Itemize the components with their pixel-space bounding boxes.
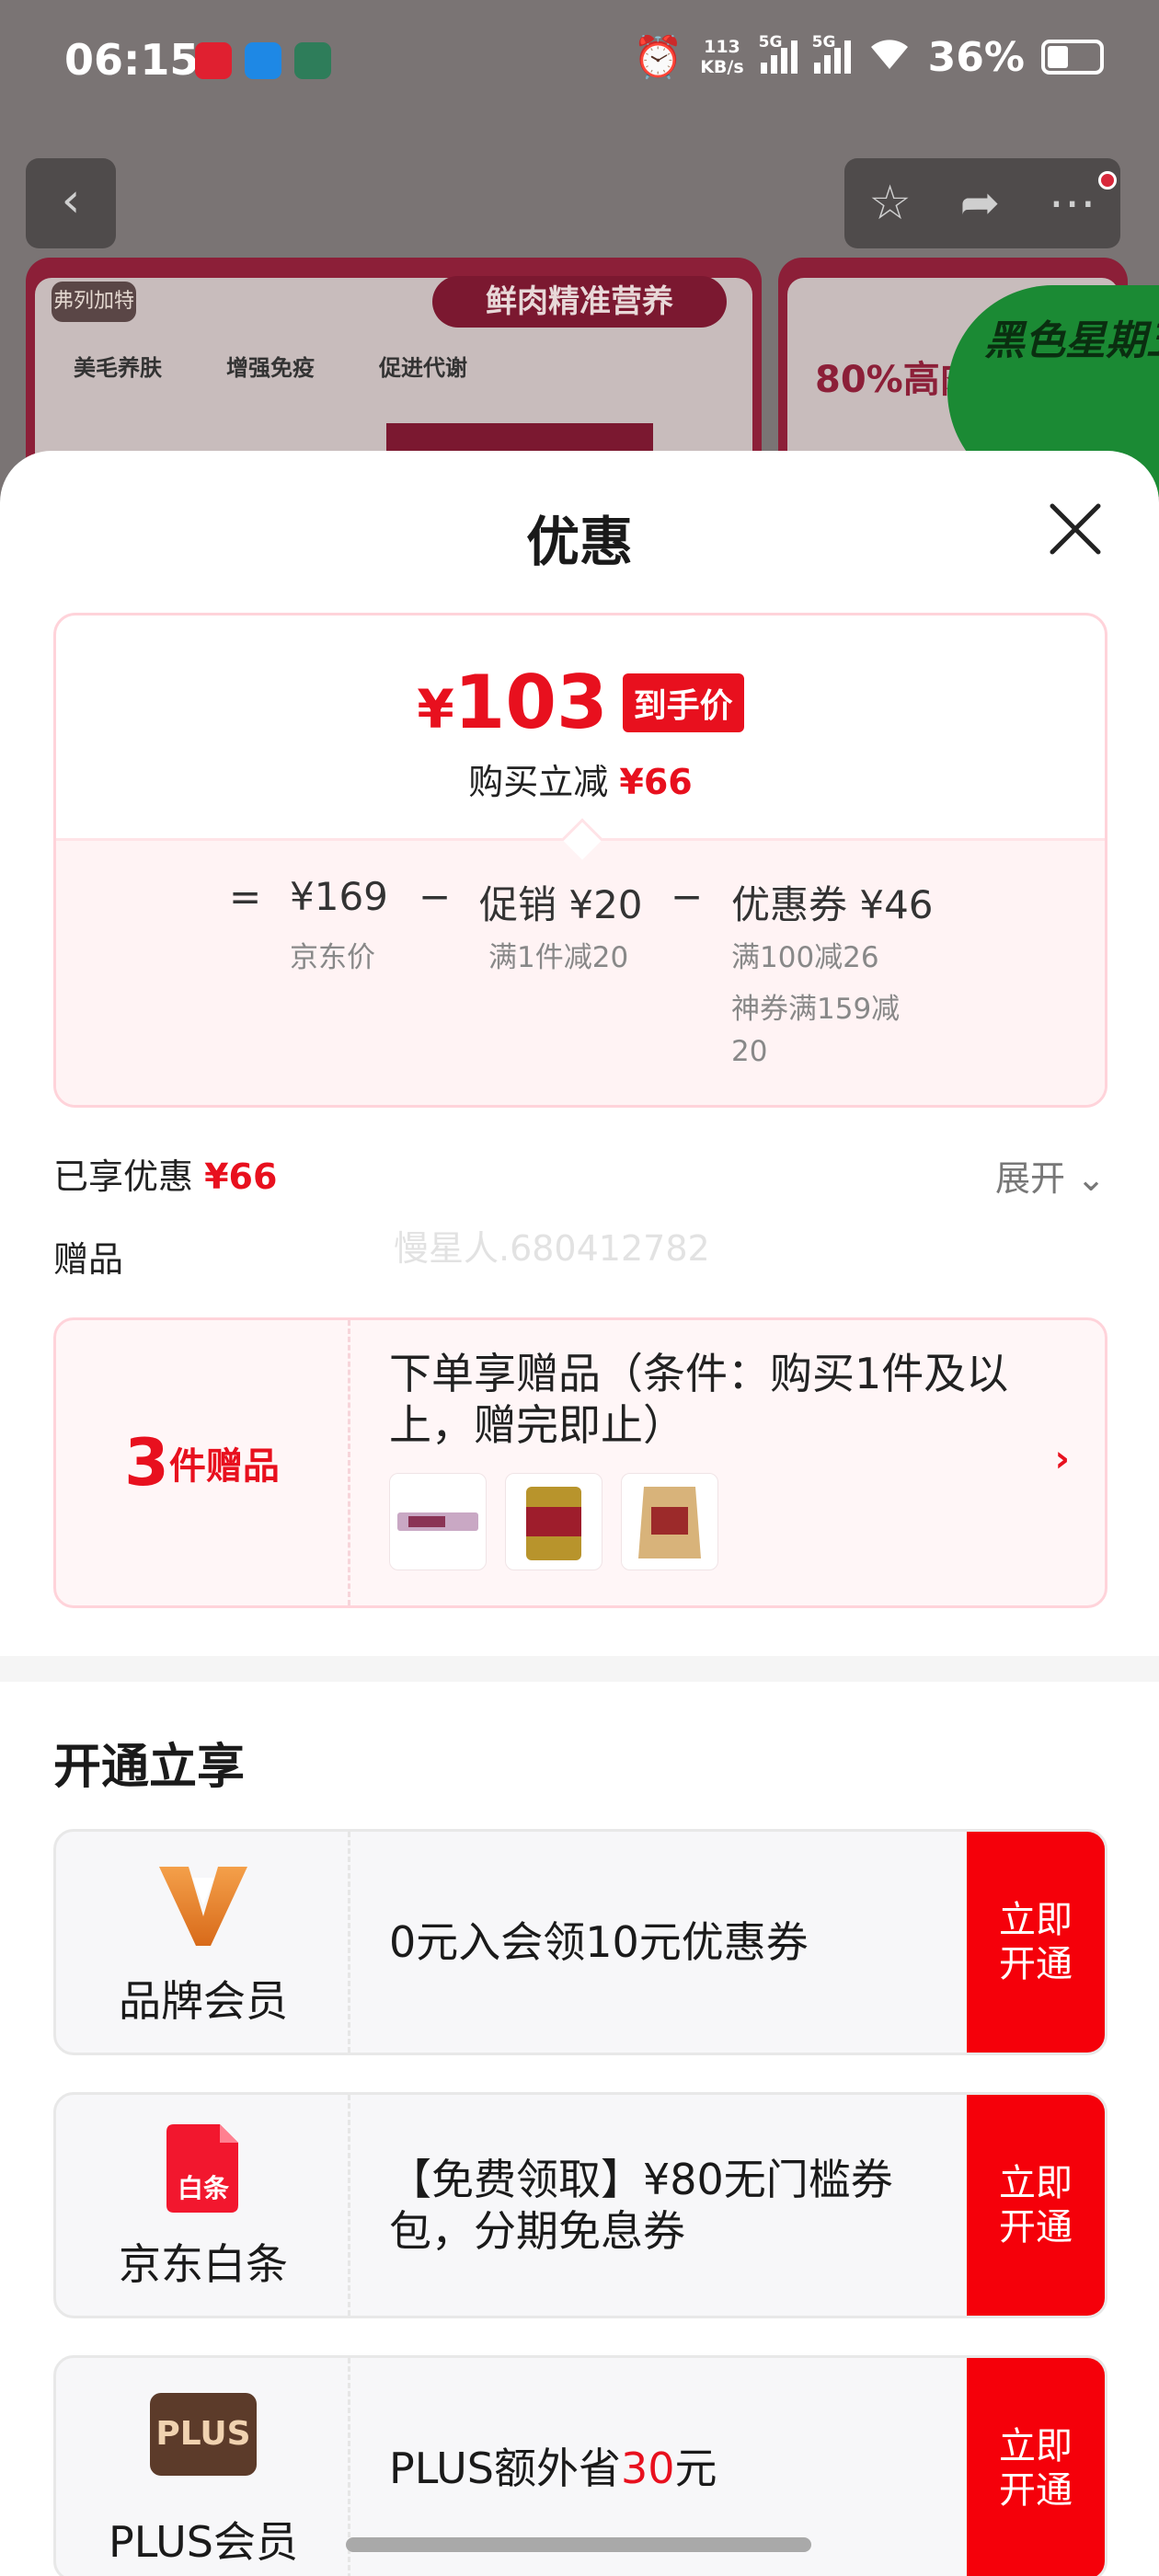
jd-price: ¥169 (290, 874, 388, 919)
expand-button[interactable]: 展开 ⌄ (995, 1150, 1106, 1201)
status-app-icons (195, 42, 331, 79)
battery-icon (1041, 40, 1104, 75)
open-section-title: 开通立享 (53, 1740, 246, 1795)
price-breakdown-card: ¥103 到手价 购买立减 ¥66 = ¥169 京东价 − 促销 ¥20 满1… (53, 613, 1107, 1108)
signal-icon: 5G (812, 33, 851, 74)
banner-title: 鲜肉精准营养 (432, 276, 727, 328)
member-name: PLUS会员 (109, 2517, 298, 2567)
star-icon[interactable]: ☆ (868, 176, 912, 231)
watermark: 慢星人.680412782 (394, 1228, 710, 1269)
share-icon[interactable]: ➦ (960, 176, 1001, 231)
member-name: 品牌会员 (119, 1976, 288, 2026)
plus-icon: PLUS (150, 2393, 257, 2476)
member-description: 0元入会领10元优惠券 (389, 1917, 809, 1967)
gift-thumbnail (389, 1473, 487, 1570)
saving-line: 购买立减 ¥66 (468, 762, 693, 802)
home-indicator[interactable] (346, 2537, 811, 2552)
more-icon[interactable]: ⋯ (1049, 176, 1096, 231)
nav-actions: ☆ ➦ ⋯ (844, 158, 1120, 248)
chevron-down-icon: ⌄ (1076, 1158, 1106, 1199)
chevron-right-icon: › (1054, 1438, 1070, 1480)
open-now-button[interactable]: 立即开通 (967, 2095, 1105, 2316)
gift-thumbnail (621, 1473, 718, 1570)
gift-card[interactable]: 3 件赠品 下单享赠品（条件：购买1件及以上，赠完即止） › (53, 1317, 1107, 1608)
gift-thumbnail (505, 1473, 602, 1570)
final-price-badge: 到手价 (622, 673, 744, 732)
close-icon[interactable] (1043, 497, 1107, 561)
price-formula: = ¥169 京东价 − 促销 ¥20 满1件减20 − 优惠券 ¥46 满10… (56, 818, 1105, 1105)
minus-sign: − (671, 874, 704, 919)
promo-note: 满1件减20 (488, 941, 629, 974)
status-time: 06:15 (64, 35, 200, 85)
discount-sheet: 优惠 ¥103 到手价 购买立减 ¥66 = ¥169 京东价 − 促销 ¥20… (0, 451, 1159, 2576)
chevron-left-icon: ‹ (61, 173, 81, 228)
gift-description: 下单享赠品（条件：购买1件及以上，赠完即止） (389, 1349, 1009, 1450)
notification-dot (1098, 171, 1117, 190)
final-price: ¥103 (417, 660, 608, 745)
membership-card-baitiao[interactable]: 白条 京东白条 【免费领取】¥80无门槛券包，分期免息券 立即开通 (53, 2092, 1107, 2318)
net-speed: 113 KB/s (700, 37, 744, 77)
coupon-note: 20 (731, 1035, 768, 1068)
member-name: 京东白条 (119, 2239, 288, 2289)
signal-icon: 5G (759, 33, 798, 74)
section-divider (0, 1656, 1159, 1682)
feature-item: 增强免疫 (226, 355, 315, 381)
promo-discount: 促销 ¥20 (479, 882, 643, 927)
open-now-button[interactable]: 立即开通 (967, 2358, 1105, 2576)
member-description: 【免费领取】¥80无门槛券包，分期免息券 (389, 2155, 893, 2256)
feature-row: 美毛养肤 增强免疫 促进代谢 (74, 350, 467, 382)
gift-count: 3 件赠品 (56, 1320, 350, 1605)
open-now-button[interactable]: 立即开通 (967, 1832, 1105, 2053)
feature-item: 美毛养肤 (74, 355, 162, 381)
status-bar: 06:15 ⏰ 113 KB/s 5G 5G 36% (0, 0, 1159, 129)
app-notification-icon (294, 42, 331, 79)
enjoyed-discount: 已享优惠 ¥66 (53, 1156, 278, 1197)
wifi-icon (867, 34, 912, 81)
brand-tag: 弗列加特 (52, 282, 136, 322)
app-notification-icon (245, 42, 281, 79)
alarm-icon: ⏰ (633, 34, 684, 81)
status-indicators: ⏰ 113 KB/s 5G 5G 36% (633, 33, 1104, 81)
minus-sign: − (419, 874, 452, 919)
jd-price-label: 京东价 (290, 941, 375, 974)
gift-section-title: 赠品 (53, 1239, 124, 1280)
coupon-note: 神券满159减 (731, 993, 901, 1026)
sheet-title: 优惠 (525, 511, 633, 573)
back-button[interactable]: ‹ (26, 158, 116, 248)
coupon-discount: 优惠券 ¥46 (731, 882, 934, 927)
coupon-note: 满100减26 (731, 941, 879, 974)
battery-percent: 36% (927, 33, 1025, 81)
equals-sign: = (229, 874, 262, 919)
feature-item: 促进代谢 (379, 355, 467, 381)
baitiao-icon: 白条 (155, 2121, 251, 2216)
app-notification-icon (195, 42, 232, 79)
membership-card-brand[interactable]: 品牌会员 0元入会领10元优惠券 立即开通 (53, 1829, 1107, 2055)
brand-member-icon (155, 1857, 251, 1953)
